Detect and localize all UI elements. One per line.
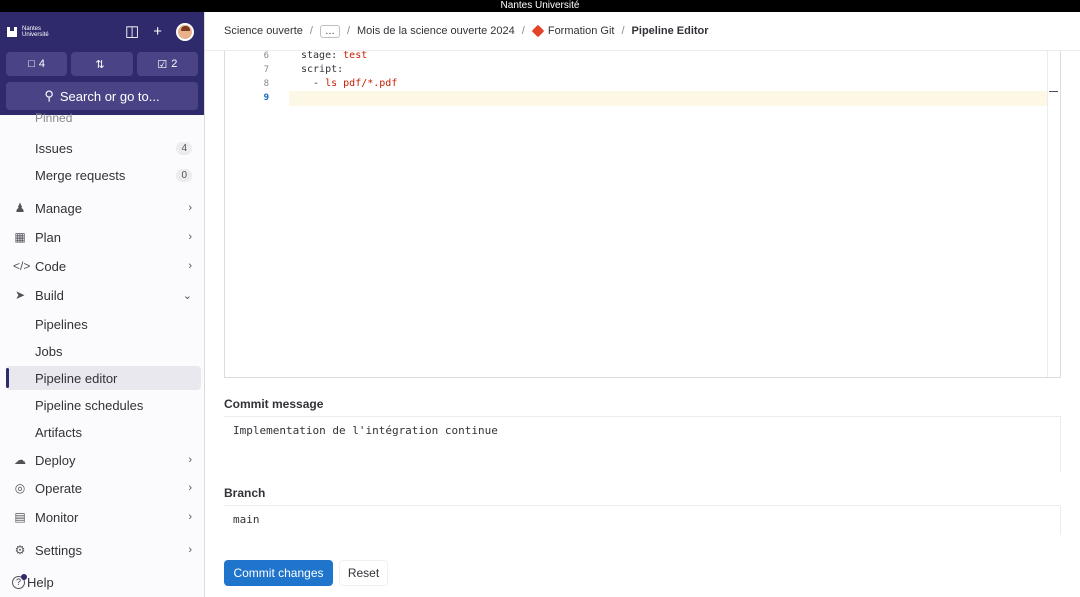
breadcrumb-item-group[interactable]: Science ouverte [224, 25, 303, 37]
rocket-icon: ➤ [14, 288, 26, 302]
sidebar-item-operate[interactable]: ◎ Operate › [6, 476, 201, 500]
sidebar-item-artifacts[interactable]: Artifacts [6, 420, 201, 444]
breadcrumb: Science ouverte / … / Mois de la science… [205, 12, 1080, 51]
pinned-section-label: Pinned [35, 111, 73, 125]
breadcrumb-item-project[interactable]: Formation Git [548, 25, 615, 37]
sidebar-item-monitor[interactable]: ▤ Monitor › [6, 505, 201, 529]
todo-icon: ☑ [157, 58, 168, 71]
sidebar-item-jobs[interactable]: Jobs [6, 339, 201, 363]
line-number: 6 [263, 51, 269, 61]
sidebar-item-plan[interactable]: ▦ Plan › [6, 225, 201, 249]
search-button[interactable]: ⚲ Search or go to... [6, 82, 198, 110]
sidebar-header: Nantes Université ◫ + □ 4 ⇅ ☑ 2 ⚲ Search… [0, 12, 204, 115]
count-badge: 0 [176, 168, 192, 182]
sidebar-item-build[interactable]: ➤ Build ⌄ [6, 283, 201, 307]
sidebar-item-issues[interactable]: Issues 4 [6, 136, 201, 160]
count-badge: 4 [176, 141, 192, 155]
breadcrumb-item-subgroup[interactable]: Mois de la science ouverte 2024 [357, 25, 515, 37]
chevron-right-icon: › [188, 202, 192, 214]
chevron-right-icon: › [188, 511, 192, 523]
help-icon: ? [12, 574, 27, 589]
search-icon: ⚲ [44, 88, 54, 103]
commit-message-field[interactable]: Implementation de l'intégration continue [224, 416, 1061, 472]
issues-counter[interactable]: □ 4 [6, 52, 68, 76]
merge-request-icon: ⇅ [95, 58, 105, 71]
sidebar: Nantes Université ◫ + □ 4 ⇅ ☑ 2 ⚲ Search… [0, 12, 205, 597]
chevron-right-icon: › [188, 260, 192, 272]
sidebar-item-merge-requests[interactable]: Merge requests 0 [6, 163, 201, 187]
chevron-right-icon: › [188, 231, 192, 243]
sidebar-item-code[interactable]: </> Code › [6, 254, 201, 278]
merge-requests-counter[interactable]: ⇅ [71, 52, 133, 76]
sidebar-item-pipeline-editor[interactable]: Pipeline editor [6, 366, 201, 390]
avatar[interactable] [176, 23, 194, 41]
code-line: stage: test [301, 50, 368, 61]
code-line: script: [301, 64, 344, 75]
line-number: 8 [263, 79, 269, 89]
code-icon: </> [13, 259, 31, 273]
commit-message-label: Commit message [224, 397, 324, 411]
sidebar-item-pipeline-schedules[interactable]: Pipeline schedules [6, 393, 201, 417]
editor-scrollbar[interactable] [1047, 51, 1060, 377]
monitor-icon: ▤ [14, 510, 26, 524]
window-title: Nantes Université [0, 0, 1080, 12]
commit-changes-button[interactable]: Commit changes [224, 560, 333, 586]
deploy-icon: ☁ [14, 453, 26, 467]
line-number: 7 [263, 65, 269, 75]
sidebar-item-pipelines[interactable]: Pipelines [6, 312, 201, 336]
breadcrumb-item-current[interactable]: Pipeline Editor [632, 25, 709, 37]
notification-dot [21, 574, 27, 580]
plus-icon[interactable]: + [153, 24, 162, 40]
chevron-right-icon: › [188, 454, 192, 466]
brand-logo[interactable]: Nantes Université [6, 26, 49, 38]
code-editor[interactable]: 6 7 8 9 stage: test script: - ls pdf/*.p… [224, 50, 1061, 378]
code-line: - ls pdf/*.pdf [301, 78, 398, 89]
chevron-right-icon: › [188, 482, 192, 494]
reset-button[interactable]: Reset [339, 560, 388, 586]
toggle-sidebar-icon[interactable]: ◫ [125, 24, 139, 40]
calendar-icon: ▦ [14, 230, 26, 244]
gear-icon: ⚙ [14, 543, 26, 557]
chevron-down-icon: ⌄ [182, 289, 192, 302]
logo-icon [6, 26, 18, 38]
current-line-highlight [289, 91, 1047, 106]
help-button[interactable]: ? Help [12, 574, 54, 590]
users-icon: ♟ [14, 201, 26, 215]
line-number: 9 [263, 93, 269, 103]
chevron-right-icon: › [188, 544, 192, 556]
sidebar-item-manage[interactable]: ♟ Manage › [6, 196, 201, 220]
line-number-gutter: 6 7 8 9 [225, 51, 289, 377]
sidebar-item-deploy[interactable]: ☁ Deploy › [6, 448, 201, 472]
branch-field[interactable]: main [224, 505, 1061, 535]
todos-counter[interactable]: ☑ 2 [136, 52, 198, 76]
project-icon [531, 24, 545, 38]
branch-label: Branch [224, 486, 266, 500]
issues-icon: □ [28, 58, 35, 70]
breadcrumb-expand-button[interactable]: … [319, 24, 340, 38]
sidebar-item-settings[interactable]: ⚙ Settings › [6, 538, 201, 562]
operate-icon: ◎ [14, 481, 26, 495]
